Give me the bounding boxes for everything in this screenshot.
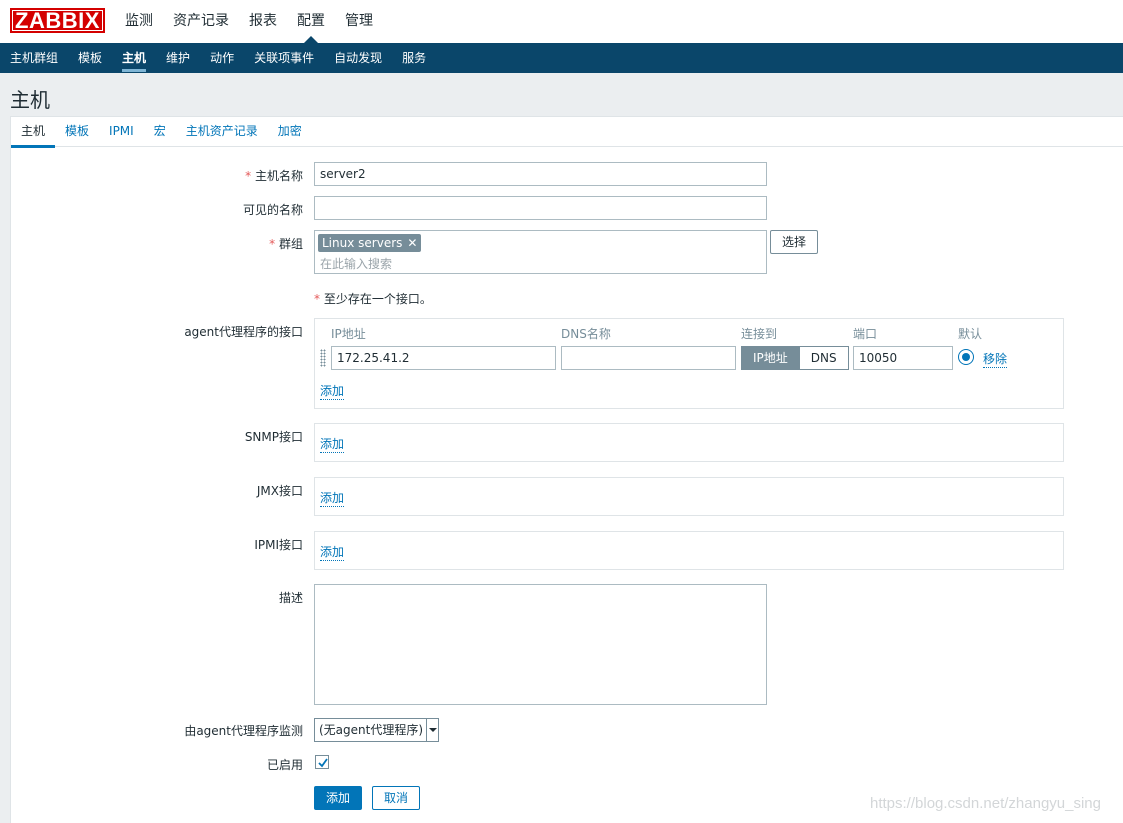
main-menu: 监测 资产记录 报表 配置 管理 — [125, 0, 393, 43]
sub-menu-hosts[interactable]: 主机 — [122, 43, 147, 73]
col-default-header: 默认 — [958, 327, 983, 341]
sub-menu-host-groups[interactable]: 主机群组 — [10, 43, 58, 73]
chevron-down-icon — [426, 719, 438, 741]
close-icon[interactable]: ✕ — [407, 236, 417, 250]
main-menu-administration[interactable]: 管理 — [345, 0, 373, 43]
snmp-interfaces-box: 添加 — [314, 423, 1064, 462]
tab-host[interactable]: 主机 — [11, 117, 56, 148]
sub-menu-services[interactable]: 服务 — [402, 43, 426, 73]
host-name-label: 主机名称 — [245, 167, 303, 184]
top-header: ZABBIX 监测 资产记录 报表 配置 管理 — [0, 0, 1123, 43]
zabbix-logo[interactable]: ZABBIX — [10, 8, 105, 33]
interface-required-note: 至少存在一个接口。 — [314, 290, 432, 307]
host-name-input[interactable]: server2 — [314, 162, 767, 186]
visible-name-input[interactable] — [314, 196, 767, 220]
drag-handle-icon[interactable] — [320, 349, 326, 367]
form-tabs: 主机 模板 IPMI 宏 主机资产记录 加密 — [11, 117, 1123, 148]
connect-ip-button[interactable]: IP地址 — [741, 346, 800, 370]
checkmark-icon — [318, 758, 328, 768]
add-ipmi-interface-link[interactable]: 添加 — [320, 543, 345, 561]
groups-label: 群组 — [269, 235, 303, 252]
monitored-by-proxy-label: 由agent代理程序监测 — [184, 724, 303, 738]
description-textarea[interactable] — [314, 584, 767, 705]
watermark: https://blog.csdn.net/zhangyu_sing — [870, 795, 1101, 812]
sub-menu: 主机群组 模板 主机 维护 动作 关联项事件 自动发现 服务 — [0, 43, 1123, 73]
remove-interface-link[interactable]: 移除 — [983, 350, 1008, 368]
sub-menu-templates[interactable]: 模板 — [78, 43, 102, 73]
connect-to-toggle: IP地址 DNS — [741, 346, 849, 370]
page-title: 主机 — [10, 88, 50, 112]
col-port-header: 端口 — [853, 327, 878, 341]
cancel-button[interactable]: 取消 — [372, 786, 420, 810]
proxy-select[interactable]: (无agent代理程序) — [314, 718, 439, 742]
groups-multiselect[interactable]: Linux servers ✕ 在此输入搜索 — [314, 230, 767, 274]
ipmi-interfaces-box: 添加 — [314, 531, 1064, 570]
tab-macros[interactable]: 宏 — [144, 117, 176, 146]
host-form-panel: 主机 模板 IPMI 宏 主机资产记录 加密 主机名称 server2 可见的名… — [10, 116, 1123, 823]
col-ip-header: IP地址 — [331, 327, 366, 341]
tab-ipmi[interactable]: IPMI — [99, 117, 144, 146]
main-menu-configuration[interactable]: 配置 — [297, 0, 325, 43]
proxy-select-value: (无agent代理程序) — [319, 723, 424, 737]
add-snmp-interface-link[interactable]: 添加 — [320, 435, 345, 453]
main-menu-inventory[interactable]: 资产记录 — [173, 0, 229, 43]
tab-encryption[interactable]: 加密 — [268, 117, 312, 146]
logo-text: ZABBIX — [12, 10, 103, 32]
description-label: 描述 — [278, 591, 303, 605]
agent-ip-input[interactable]: 172.25.41.2 — [331, 346, 556, 370]
sub-menu-actions[interactable]: 动作 — [210, 43, 234, 73]
col-connect-header: 连接到 — [741, 327, 778, 341]
sub-menu-correlation[interactable]: 关联项事件 — [254, 43, 314, 73]
add-jmx-interface-link[interactable]: 添加 — [320, 489, 345, 507]
sub-menu-discovery[interactable]: 自动发现 — [334, 43, 382, 73]
main-menu-reports[interactable]: 报表 — [249, 0, 277, 43]
col-dns-header: DNS名称 — [561, 327, 611, 341]
select-groups-button[interactable]: 选择 — [770, 230, 818, 254]
tab-inventory[interactable]: 主机资产记录 — [176, 117, 268, 146]
agent-interfaces-box: IP地址 DNS名称 连接到 端口 默认 172.25.41.2 IP地址 DN… — [314, 318, 1064, 409]
jmx-interfaces-box: 添加 — [314, 477, 1064, 516]
group-tag-label: Linux servers — [322, 236, 403, 250]
sub-menu-maintenance[interactable]: 维护 — [166, 43, 190, 73]
agent-dns-input[interactable] — [561, 346, 736, 370]
add-agent-interface-link[interactable]: 添加 — [320, 382, 345, 400]
jmx-interfaces-label: JMX接口 — [256, 484, 303, 498]
group-tag: Linux servers ✕ — [318, 234, 422, 252]
agent-port-input[interactable]: 10050 — [853, 346, 953, 370]
connect-dns-button[interactable]: DNS — [799, 346, 849, 370]
main-menu-monitoring[interactable]: 监测 — [125, 0, 153, 43]
enabled-label: 已启用 — [266, 758, 303, 772]
add-host-button[interactable]: 添加 — [314, 786, 362, 810]
visible-name-label: 可见的名称 — [242, 203, 303, 217]
groups-search-placeholder[interactable]: 在此输入搜索 — [320, 255, 392, 272]
agent-interfaces-label: agent代理程序的接口 — [184, 325, 303, 339]
snmp-interfaces-label: SNMP接口 — [244, 430, 303, 444]
default-interface-radio[interactable] — [958, 349, 974, 365]
ipmi-interfaces-label: IPMI接口 — [254, 538, 303, 552]
enabled-checkbox[interactable] — [315, 755, 329, 769]
tab-templates[interactable]: 模板 — [55, 117, 99, 146]
